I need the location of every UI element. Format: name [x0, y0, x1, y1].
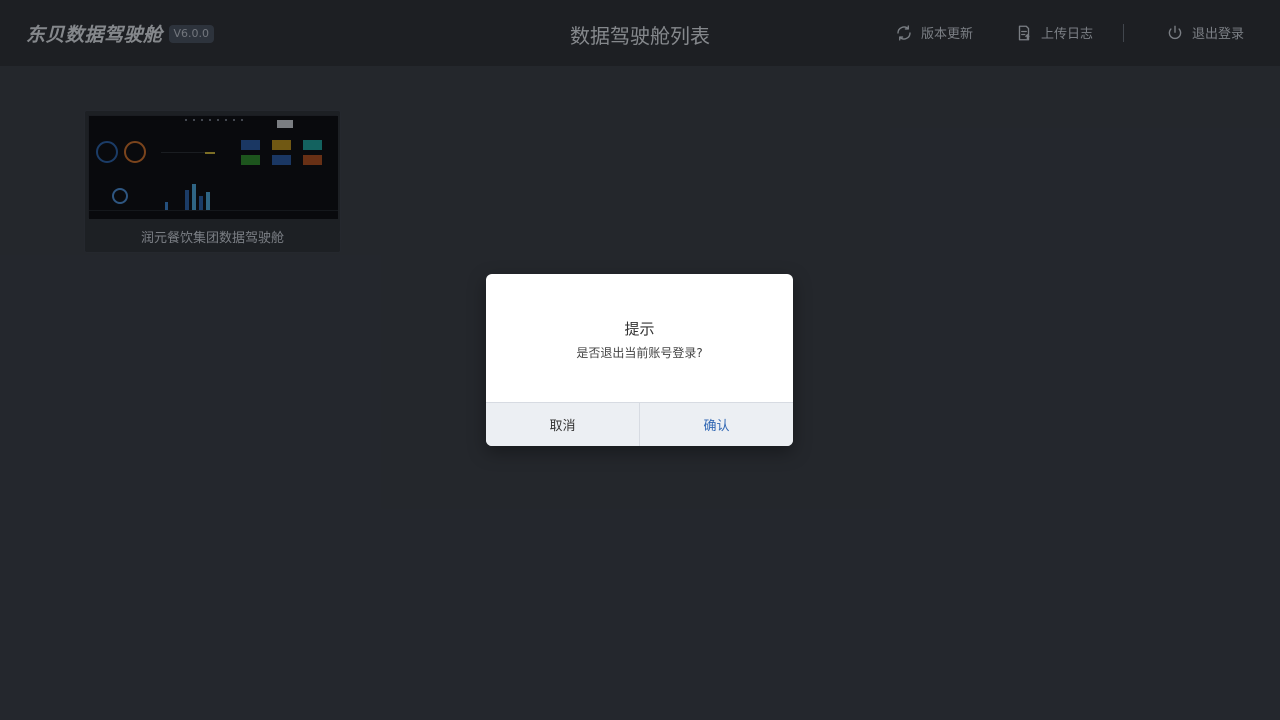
app-root: 东贝数据驾驶舱 V6.0.0 数据驾驶舱列表 版本更新 上传日志 退出登录 润元…	[0, 0, 1280, 720]
dialog-message: 是否退出当前账号登录?	[576, 346, 703, 360]
confirm-button[interactable]: 确认	[639, 403, 793, 446]
dialog-title: 提示	[624, 320, 655, 338]
cancel-button[interactable]: 取消	[486, 403, 639, 446]
dialog-footer: 取消 确认	[486, 402, 793, 446]
logout-confirm-dialog: 提示 是否退出当前账号登录? 取消 确认	[486, 274, 793, 446]
